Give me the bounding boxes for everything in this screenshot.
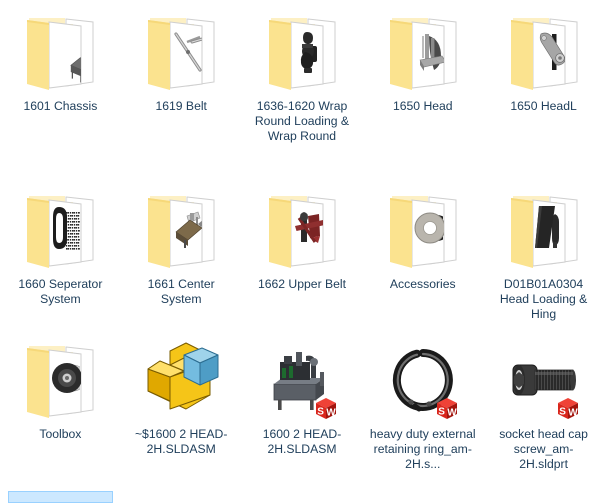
folder-preview-icon[interactable] bbox=[138, 10, 224, 96]
folder-preview-icon bbox=[389, 196, 457, 268]
folder-preview-icon[interactable] bbox=[380, 10, 466, 96]
sldasm-generic-icon[interactable] bbox=[138, 338, 224, 424]
item-label: 1636-1620 Wrap Round Loading & Wrap Roun… bbox=[254, 99, 350, 144]
folder-preview-icon[interactable] bbox=[17, 10, 103, 96]
item-label: 1662 Upper Belt bbox=[257, 277, 347, 291]
folder-preview-icon[interactable] bbox=[259, 10, 345, 96]
folder-item[interactable]: 1650 HeadL bbox=[483, 0, 604, 114]
folder-preview-icon[interactable] bbox=[501, 188, 587, 274]
folder-preview-icon bbox=[27, 18, 94, 90]
item-label: 1661 Center System bbox=[147, 277, 215, 307]
folder-item[interactable]: Accessories bbox=[362, 178, 483, 292]
folder-preview-icon[interactable] bbox=[17, 188, 103, 274]
folder-preview-icon[interactable] bbox=[259, 188, 345, 274]
folder-preview-icon bbox=[148, 196, 215, 268]
folder-item[interactable]: 1636-1620 Wrap Round Loading & Wrap Roun… bbox=[242, 0, 363, 145]
file-item[interactable]: S W 1600 2 HEAD-2H.SLDASM bbox=[242, 328, 363, 457]
item-label: 1660 Seperator System bbox=[18, 277, 103, 307]
folder-item[interactable]: Toolbox bbox=[0, 328, 121, 442]
file-item[interactable]: S W socket head cap screw_am-2H.sldprt bbox=[483, 328, 604, 473]
item-label: Accessories bbox=[389, 277, 456, 291]
item-label: ~$1600 2 HEAD-2H.SLDASM bbox=[134, 427, 228, 457]
svg-text:W: W bbox=[447, 408, 457, 419]
folder-item[interactable]: 1660 Seperator System bbox=[0, 178, 121, 307]
folder-item[interactable]: 1601 Chassis bbox=[0, 0, 121, 114]
item-label: Toolbox bbox=[39, 427, 82, 441]
item-label: socket head cap screw_am-2H.sldprt bbox=[499, 427, 588, 472]
folder-preview-icon bbox=[268, 196, 336, 268]
file-item[interactable]: ~$1600 2 HEAD-2H.SLDASM bbox=[121, 328, 242, 457]
svg-text:S: S bbox=[317, 406, 324, 417]
folder-preview-icon bbox=[389, 18, 457, 90]
folder-preview-icon[interactable] bbox=[380, 188, 466, 274]
sldasm-generic-icon bbox=[147, 342, 219, 410]
folder-preview-icon[interactable] bbox=[138, 188, 224, 274]
file-item[interactable]: S W heavy duty external retaining ring_a… bbox=[362, 328, 483, 473]
folder-preview-icon bbox=[510, 196, 578, 268]
folder-preview-icon bbox=[268, 18, 336, 90]
item-label: 1650 Head bbox=[392, 99, 453, 113]
sldprt-thumbnail-icon[interactable]: S W bbox=[501, 338, 587, 424]
folder-preview-icon bbox=[27, 196, 94, 268]
folder-item[interactable]: 1619 Belt bbox=[121, 0, 242, 114]
folder-preview-icon[interactable] bbox=[501, 10, 587, 96]
solidworks-badge-icon: S W bbox=[557, 398, 578, 419]
solidworks-badge-icon: S W bbox=[315, 398, 336, 419]
sldprt-thumbnail-icon[interactable]: S W bbox=[380, 338, 466, 424]
item-label: 1601 Chassis bbox=[23, 99, 98, 113]
item-label: 1619 Belt bbox=[155, 99, 207, 113]
marquee-selection-rectangle bbox=[8, 491, 113, 503]
file-explorer-icon-grid[interactable]: 1601 Chassis 1619 Belt 1636-1620 Wrap Ro… bbox=[0, 0, 604, 502]
folder-item[interactable]: 1661 Center System bbox=[121, 178, 242, 307]
svg-text:W: W bbox=[326, 408, 336, 419]
folder-preview-icon bbox=[148, 18, 215, 90]
folder-item[interactable]: 1650 Head bbox=[362, 0, 483, 114]
folder-preview-icon bbox=[510, 18, 578, 90]
solidworks-badge-icon: S W bbox=[436, 398, 457, 419]
svg-text:W: W bbox=[568, 408, 578, 419]
item-label: 1650 HeadL bbox=[510, 99, 577, 113]
item-label: heavy duty external retaining ring_am-2H… bbox=[369, 427, 476, 472]
item-label: 1600 2 HEAD-2H.SLDASM bbox=[262, 427, 342, 457]
folder-item[interactable]: D01B01A0304 Head Loading & Hing bbox=[483, 178, 604, 323]
folder-preview-icon[interactable] bbox=[17, 338, 103, 424]
item-label: D01B01A0304 Head Loading & Hing bbox=[499, 277, 588, 322]
folder-item[interactable]: 1662 Upper Belt bbox=[242, 178, 363, 292]
svg-text:S: S bbox=[438, 406, 445, 417]
svg-text:S: S bbox=[559, 406, 566, 417]
sldasm-thumbnail-icon[interactable]: S W bbox=[259, 338, 345, 424]
folder-preview-icon bbox=[27, 346, 94, 418]
